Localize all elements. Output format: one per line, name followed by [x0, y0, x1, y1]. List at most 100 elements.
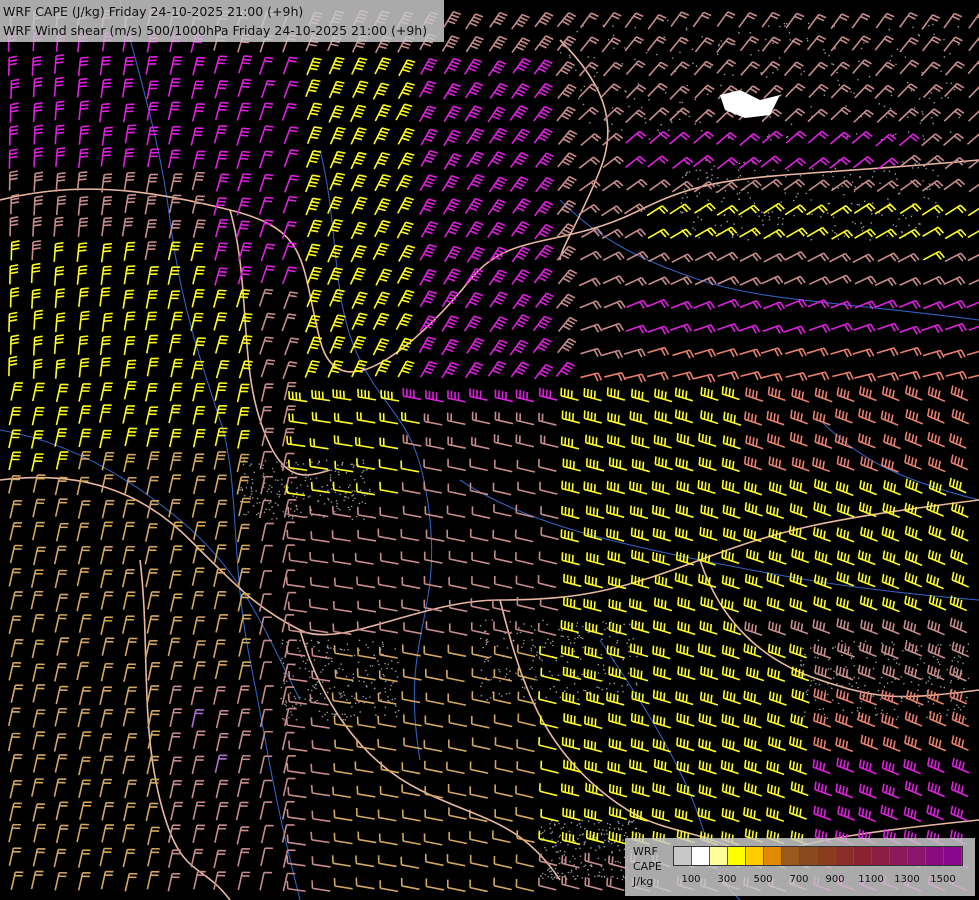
- cape-stipple-dot: [341, 461, 344, 464]
- cape-stipple-dot: [667, 19, 669, 22]
- cape-stipple-dot: [928, 183, 931, 185]
- cape-stipple-dot: [503, 637, 505, 640]
- cape-stipple-dot: [250, 488, 253, 490]
- cape-stipple-dot: [931, 116, 933, 119]
- cape-stipple-dot: [580, 636, 582, 639]
- cape-stipple-dot: [593, 823, 596, 825]
- cape-stipple-dot: [329, 687, 331, 690]
- cape-stipple-dot: [826, 682, 829, 685]
- cape-stipple-dot: [897, 695, 900, 697]
- cape-stipple-dot: [749, 32, 752, 34]
- cape-stipple-dot: [289, 692, 292, 694]
- cape-stipple-dot: [500, 695, 503, 697]
- cape-stipple-dot: [485, 643, 488, 646]
- cape-stipple-dot: [564, 850, 566, 853]
- cape-stipple-dot: [353, 654, 356, 657]
- cape-stipple-dot: [361, 501, 363, 503]
- cape-stipple-dot: [305, 643, 307, 645]
- cape-stipple-dot: [953, 88, 956, 91]
- cape-stipple-dot: [921, 677, 924, 680]
- cape-stipple-dot: [564, 874, 566, 877]
- cape-stipple-dot: [483, 660, 486, 663]
- cape-stipple-dot: [378, 663, 380, 666]
- cape-stipple-dot: [716, 53, 719, 56]
- cape-stipple-dot: [555, 659, 558, 662]
- cape-stipple-dot: [530, 647, 532, 650]
- cape-stipple-dot: [849, 173, 852, 176]
- cape-stipple-dot: [293, 510, 296, 512]
- cape-stipple-dot: [551, 674, 553, 677]
- cape-stipple-dot: [617, 690, 619, 693]
- cape-stipple-dot: [769, 116, 772, 118]
- cape-stipple-dot: [910, 681, 913, 683]
- cape-stipple-dot: [726, 220, 729, 223]
- cape-stipple-dot: [928, 97, 931, 100]
- cape-stipple-dot: [645, 51, 648, 54]
- cape-stipple-dot: [802, 647, 804, 650]
- legend-swatch: [926, 847, 944, 865]
- cape-stipple-dot: [349, 484, 351, 487]
- cape-stipple-dot: [932, 23, 934, 26]
- cape-stipple-dot: [823, 713, 826, 716]
- cape-stipple-dot: [577, 698, 580, 701]
- cape-stipple-dot: [509, 670, 511, 672]
- cape-stipple-dot: [304, 698, 306, 700]
- cape-stipple-dot: [351, 463, 353, 466]
- cape-stipple-dot: [291, 517, 294, 520]
- cape-stipple-dot: [834, 167, 837, 170]
- cape-stipple-dot: [559, 696, 562, 699]
- cape-stipple-dot: [810, 199, 813, 201]
- cape-stipple-dot: [577, 837, 579, 840]
- cape-stipple-dot: [764, 38, 767, 41]
- cape-stipple-dot: [351, 518, 354, 521]
- cape-stipple-dot: [243, 513, 245, 516]
- cape-stipple-dot: [498, 670, 501, 673]
- cape-stipple-dot: [848, 682, 851, 685]
- cape-stipple-dot: [778, 57, 781, 59]
- cape-stipple-dot: [910, 89, 913, 92]
- cape-stipple-dot: [566, 661, 569, 663]
- cape-stipple-dot: [923, 138, 925, 141]
- cape-stipple-dot: [927, 680, 930, 682]
- cape-stipple-dot: [790, 123, 793, 126]
- cape-stipple-dot: [292, 675, 294, 677]
- cape-stipple-dot: [277, 479, 279, 482]
- cape-stipple-dot: [625, 832, 627, 834]
- cape-stipple-dot: [628, 623, 631, 626]
- cape-stipple-dot: [288, 515, 290, 518]
- cape-stipple-dot: [655, 53, 658, 56]
- cape-stipple-dot: [943, 686, 946, 689]
- cape-stipple-dot: [559, 841, 562, 844]
- cape-stipple-dot: [281, 657, 283, 660]
- cape-stipple-dot: [584, 690, 587, 692]
- cape-stipple-dot: [351, 695, 353, 698]
- cape-stipple-dot: [363, 481, 366, 484]
- cape-stipple-dot: [600, 832, 603, 835]
- cape-stipple-dot: [683, 188, 686, 191]
- cape-stipple-dot: [542, 837, 545, 839]
- cape-stipple-dot: [967, 677, 970, 680]
- cape-stipple-dot: [290, 711, 292, 713]
- cape-stipple-dot: [308, 495, 311, 497]
- cape-stipple-dot: [679, 211, 682, 213]
- cape-stipple-dot: [479, 624, 482, 627]
- cape-stipple-dot: [555, 877, 558, 879]
- cape-stipple-dot: [831, 229, 834, 232]
- cape-stipple-dot: [311, 697, 313, 700]
- cape-stipple-dot: [810, 105, 812, 108]
- cape-stipple-dot: [747, 192, 749, 194]
- cape-stipple-dot: [767, 174, 769, 177]
- cape-stipple-dot: [966, 650, 968, 653]
- cape-stipple-dot: [618, 822, 620, 825]
- cape-stipple-dot: [538, 656, 541, 658]
- cape-stipple-dot: [686, 84, 688, 87]
- cape-stipple-dot: [554, 867, 557, 870]
- cape-stipple-dot: [876, 713, 879, 716]
- cape-stipple-dot: [506, 647, 509, 649]
- cape-stipple-dot: [601, 688, 604, 691]
- cape-stipple-dot: [916, 664, 919, 666]
- cape-stipple-dot: [738, 198, 741, 200]
- cape-stipple-dot: [759, 159, 762, 162]
- cape-stipple-dot: [257, 512, 260, 514]
- cape-stipple-dot: [352, 466, 355, 468]
